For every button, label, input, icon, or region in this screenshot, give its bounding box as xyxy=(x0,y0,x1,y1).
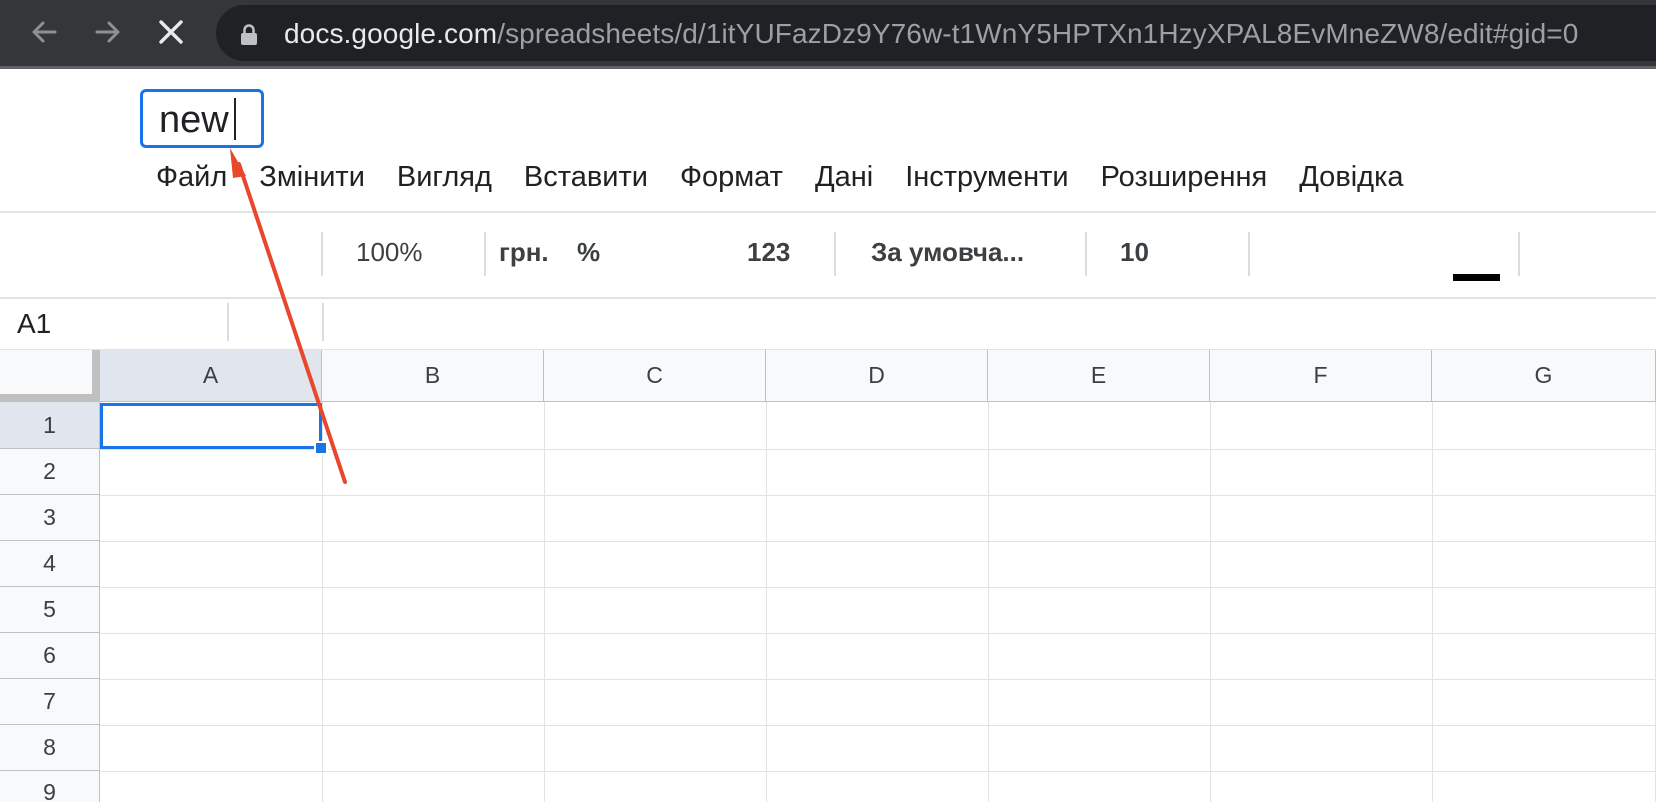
grid-line xyxy=(100,633,1656,634)
row-header-6[interactable]: 6 xyxy=(0,633,100,679)
formula-bar-separator xyxy=(322,303,324,341)
column-header-d[interactable]: D xyxy=(766,350,988,402)
toolbar-top-divider xyxy=(0,211,1656,213)
select-all-corner[interactable] xyxy=(0,350,100,402)
fill-handle[interactable] xyxy=(314,441,328,455)
row-header-5[interactable]: 5 xyxy=(0,587,100,633)
column-header-f[interactable]: F xyxy=(1210,350,1432,402)
percent-format-button[interactable]: % xyxy=(577,237,600,268)
column-header-a[interactable]: A xyxy=(100,350,322,402)
back-button[interactable] xyxy=(26,14,62,50)
grid-line xyxy=(100,495,1656,496)
grid-line xyxy=(322,402,323,802)
menu-tools[interactable]: Інструменти xyxy=(889,156,1084,198)
document-title-text: new xyxy=(159,99,229,141)
back-arrow-icon xyxy=(32,21,57,43)
row-header-1[interactable]: 1 xyxy=(0,402,100,449)
lock-icon xyxy=(241,24,257,45)
column-header-b[interactable]: B xyxy=(322,350,544,402)
column-header-c[interactable]: C xyxy=(544,350,766,402)
menu-extensions[interactable]: Розширення xyxy=(1085,156,1284,198)
toolbar-separator xyxy=(484,232,486,276)
column-header-g[interactable]: G xyxy=(1432,350,1656,402)
forward-arrow-icon xyxy=(95,21,120,43)
grid-line xyxy=(100,771,1656,772)
toolbar-separator xyxy=(834,232,836,276)
grid-line xyxy=(1210,402,1211,802)
currency-format-button[interactable]: грн. xyxy=(499,237,549,268)
url-text: docs.google.com/spreadsheets/d/1itYUFazD… xyxy=(284,18,1578,50)
grid-line xyxy=(100,587,1656,588)
menu-format[interactable]: Формат xyxy=(664,156,799,198)
forward-button[interactable] xyxy=(90,14,126,50)
browser-toolbar: docs.google.com/spreadsheets/d/1itYUFazD… xyxy=(0,0,1656,66)
menu-view[interactable]: Вигляд xyxy=(381,156,508,198)
menu-edit[interactable]: Змінити xyxy=(243,156,381,198)
text-color-indicator[interactable] xyxy=(1453,274,1500,281)
active-cell-a1[interactable] xyxy=(100,403,322,449)
document-title-input[interactable]: new xyxy=(140,89,264,148)
font-size-select[interactable]: 10 xyxy=(1120,237,1149,268)
formula-bar-top-divider xyxy=(0,297,1656,299)
grid-line xyxy=(544,402,545,802)
address-bar[interactable]: docs.google.com/spreadsheets/d/1itYUFazD… xyxy=(216,5,1656,61)
row-header-2[interactable]: 2 xyxy=(0,449,100,495)
toolbar-separator xyxy=(1248,232,1250,276)
grid-line xyxy=(1432,402,1433,802)
row-header-9[interactable]: 9 xyxy=(0,771,100,802)
stop-loading-button[interactable] xyxy=(153,14,189,50)
more-formats-button[interactable]: 123 xyxy=(747,237,790,268)
menu-insert[interactable]: Вставити xyxy=(508,156,664,198)
row-header-8[interactable]: 8 xyxy=(0,725,100,771)
row-header-7[interactable]: 7 xyxy=(0,679,100,725)
toolbar-separator xyxy=(1085,232,1087,276)
name-box[interactable]: A1 xyxy=(17,308,51,340)
grid-line xyxy=(100,679,1656,680)
chrome-divider xyxy=(0,66,1656,69)
stop-loading-icon xyxy=(159,20,183,44)
grid-line xyxy=(988,402,989,802)
toolbar-separator xyxy=(321,232,323,276)
row-header-3[interactable]: 3 xyxy=(0,495,100,541)
column-header-e[interactable]: E xyxy=(988,350,1210,402)
url-host: docs.google.com xyxy=(284,18,498,49)
grid-line xyxy=(766,402,767,802)
grid-line xyxy=(100,725,1656,726)
zoom-select[interactable]: 100% xyxy=(356,237,423,268)
menu-data[interactable]: Дані xyxy=(799,156,889,198)
row-header-4[interactable]: 4 xyxy=(0,541,100,587)
font-family-select[interactable]: За умовча... xyxy=(871,237,1024,268)
toolbar-separator xyxy=(1518,232,1520,276)
text-caret xyxy=(234,98,236,140)
url-path: /spreadsheets/d/1itYUFazDz9Y76w-t1WnY5HP… xyxy=(497,18,1579,49)
grid-line xyxy=(100,449,1656,450)
cell-grid[interactable] xyxy=(100,402,1656,802)
menu-help[interactable]: Довідка xyxy=(1283,156,1419,198)
grid-line xyxy=(100,541,1656,542)
formula-bar-separator xyxy=(227,303,229,341)
menu-file[interactable]: Файл xyxy=(140,156,243,198)
menu-bar: Файл Змінити Вигляд Вставити Формат Дані… xyxy=(140,156,1420,198)
